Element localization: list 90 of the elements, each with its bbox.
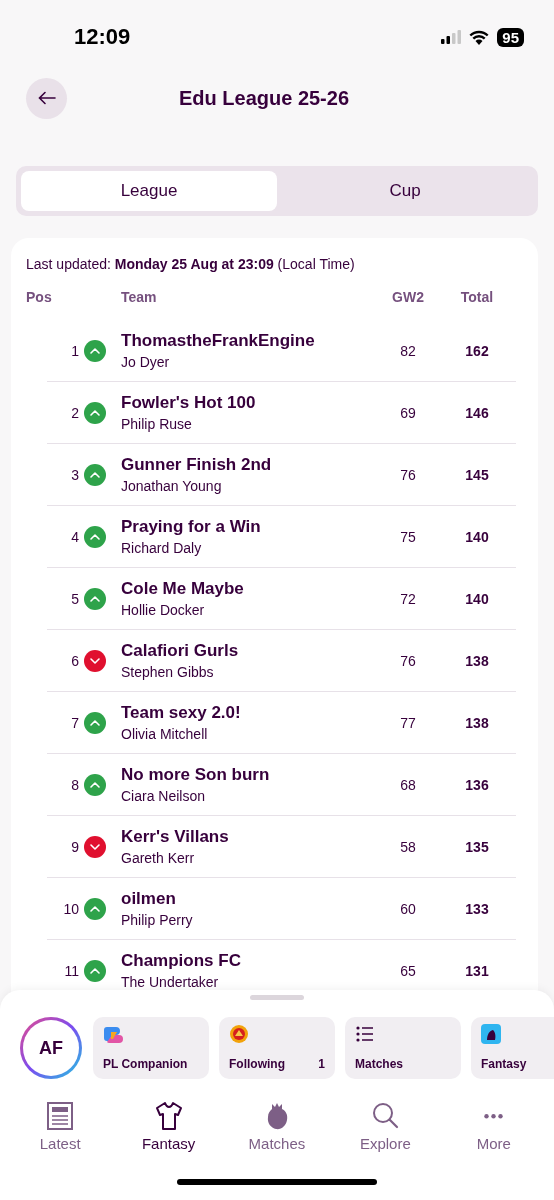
battery-level: 95 <box>497 27 524 47</box>
position-number: 11 <box>64 962 79 979</box>
position-number: 5 <box>71 590 79 607</box>
gameweek-points: 77 <box>399 714 417 731</box>
gameweek-points: 75 <box>399 528 417 545</box>
news-icon <box>46 1101 75 1131</box>
manager-name: Gareth Kerr <box>121 850 196 866</box>
shortcut-label: Matches <box>355 1057 404 1071</box>
team-name[interactable]: Team sexy 2.0! <box>121 703 378 723</box>
wifi-icon <box>469 29 490 45</box>
position-number: 4 <box>71 528 79 545</box>
total-points: 136 <box>464 776 490 793</box>
gameweek-points: 76 <box>399 652 417 669</box>
manager-name: Jonathan Young <box>121 478 223 494</box>
manager-name: Philip Ruse <box>121 416 193 432</box>
position-number: 1 <box>71 342 79 359</box>
back-arrow-icon <box>37 91 56 105</box>
tab[interactable]: Cup <box>277 171 533 211</box>
count-text: 1 <box>318 1057 325 1071</box>
position-number: 8 <box>71 776 79 793</box>
total-points: 140 <box>464 590 490 607</box>
gameweek-points: 60 <box>399 900 417 917</box>
total-points: 145 <box>464 466 490 483</box>
position-number: 2 <box>71 404 79 421</box>
total-points: 135 <box>464 838 490 855</box>
manager-name: Philip Perry <box>121 912 194 928</box>
manager-name: Richard Daly <box>121 540 203 556</box>
clock-time: 12:09 <box>74 24 131 50</box>
team-name[interactable]: Calafiori Gurls <box>121 641 378 661</box>
gameweek-points: 68 <box>399 776 417 793</box>
shortcut-card[interactable]: Matches <box>345 1017 461 1079</box>
team-name[interactable]: No more Son burn <box>121 765 378 785</box>
shortcut-card[interactable]: Following 1 <box>219 1017 335 1079</box>
team-name[interactable]: Fowler's Hot 100 <box>121 393 378 413</box>
drag-handle[interactable] <box>250 995 304 1000</box>
tab[interactable]: League <box>21 171 277 211</box>
column-header: GW2 <box>391 289 425 305</box>
column-header: Team <box>121 289 158 305</box>
gameweek-points: 72 <box>399 590 417 607</box>
search-icon <box>371 1101 400 1131</box>
tab-bar-item[interactable]: More <box>443 1101 544 1152</box>
shortcut-label: Fantasy <box>481 1057 527 1071</box>
shirt-icon <box>154 1101 183 1131</box>
manager-name: Stephen Gibbs <box>121 664 215 680</box>
team-name[interactable]: Kerr's Villans <box>121 827 378 847</box>
position-number: 9 <box>71 838 79 855</box>
tab-bar-item[interactable]: Matches <box>226 1101 327 1152</box>
total-points: 162 <box>464 342 490 359</box>
total-points: 140 <box>464 528 490 545</box>
team-name[interactable]: oilmen <box>121 889 378 909</box>
gameweek-points: 58 <box>399 838 417 855</box>
team-name[interactable]: Champions FC <box>121 951 378 971</box>
last-updated-text: Last updated: Monday 25 Aug at 23:09 (Local Time) <box>26 256 356 272</box>
total-points: 133 <box>464 900 490 917</box>
team-name[interactable]: ThomastheFrankEngine <box>121 331 378 351</box>
page-title: Edu League 25-26 <box>177 86 351 110</box>
signal-icon <box>441 30 462 44</box>
total-points: 138 <box>464 714 490 731</box>
manager-name: Ciara Neilson <box>121 788 207 804</box>
column-header: Total <box>459 289 495 305</box>
shortcut-label: Following <box>229 1057 285 1071</box>
shortcut-label: PL Companion <box>103 1057 188 1071</box>
position-number: 6 <box>71 652 79 669</box>
total-points: 146 <box>464 404 490 421</box>
more-icon <box>484 1113 504 1119</box>
gameweek-points: 65 <box>399 962 417 979</box>
list-icon <box>355 1024 375 1044</box>
team-name[interactable]: Praying for a Win <box>121 517 378 537</box>
position-number: 7 <box>71 714 79 731</box>
manager-name: The Undertaker <box>121 974 220 990</box>
position-number: 3 <box>71 466 79 483</box>
manager-name: Jo Dyer <box>121 354 171 370</box>
total-points: 138 <box>464 652 490 669</box>
manager-name: Olivia Mitchell <box>121 726 209 742</box>
team-name[interactable]: Gunner Finish 2nd <box>121 455 378 475</box>
tab-bar-item[interactable]: Latest <box>10 1101 111 1152</box>
total-points: 131 <box>464 962 490 979</box>
manager-name: Hollie Docker <box>121 602 206 618</box>
tab-bar-item[interactable]: Explore <box>335 1101 436 1152</box>
gameweek-points: 76 <box>399 466 417 483</box>
gameweek-points: 69 <box>399 404 417 421</box>
shortcut-card[interactable]: Fantasy <box>471 1017 554 1079</box>
club-crest-icon <box>229 1024 249 1044</box>
shortcut-card[interactable]: PL Companion <box>93 1017 209 1079</box>
gameweek-points: 82 <box>399 342 417 359</box>
back-button[interactable] <box>26 77 67 119</box>
position-number: 10 <box>63 900 79 917</box>
column-header: Pos <box>26 289 53 305</box>
tab-bar-item[interactable]: Fantasy <box>118 1101 219 1152</box>
team-name[interactable]: Cole Me Maybe <box>121 579 378 599</box>
